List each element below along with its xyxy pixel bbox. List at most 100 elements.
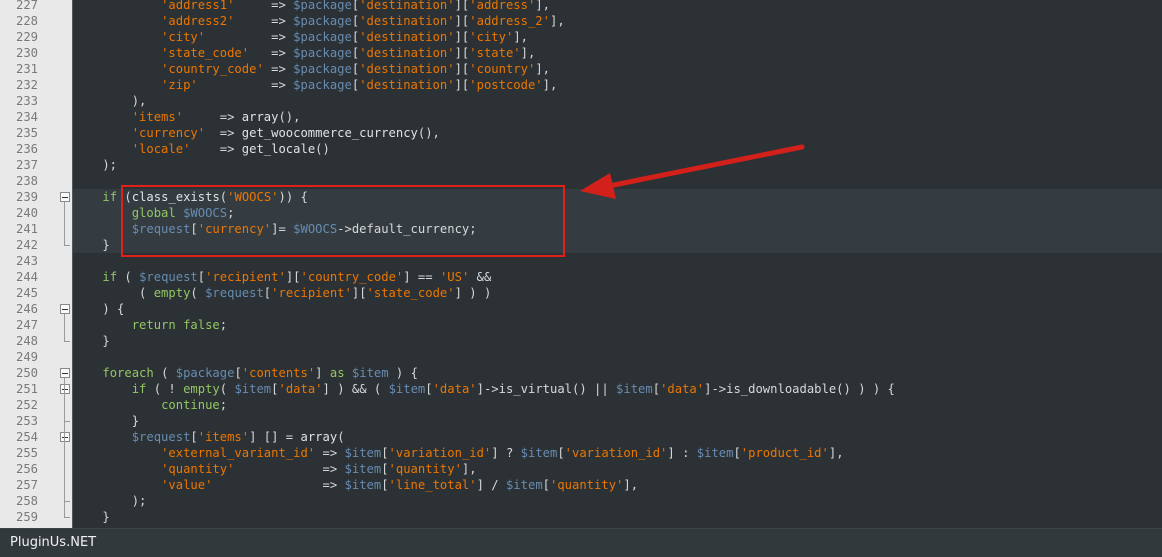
code-token: get_woocommerce_currency bbox=[241, 126, 418, 140]
code-text: 'zip' => $package['destination']['postco… bbox=[73, 77, 557, 93]
code-token: 'variation_id' bbox=[388, 446, 492, 460]
code-text: continue; bbox=[73, 397, 227, 413]
code-line[interactable]: 250 foreach ( $package['contents'] as $i… bbox=[0, 365, 1162, 381]
code-token: ); bbox=[73, 494, 147, 508]
code-token: ] == bbox=[403, 270, 440, 284]
line-number: 236 bbox=[15, 142, 38, 156]
code-token: 'quantity' bbox=[161, 462, 235, 476]
code-text: 'quantity' => $item['quantity'], bbox=[73, 461, 477, 477]
code-token: => bbox=[249, 46, 294, 60]
code-token: => bbox=[263, 62, 294, 76]
code-token: ) { bbox=[73, 302, 125, 316]
code-token: => bbox=[315, 446, 345, 460]
code-text: } bbox=[73, 333, 109, 349]
line-number: 227 bbox=[15, 0, 38, 12]
code-token: false bbox=[183, 318, 220, 332]
fold-toggle-icon[interactable] bbox=[60, 432, 70, 442]
code-token: empty bbox=[153, 286, 191, 300]
code-line[interactable]: 253 } bbox=[0, 394, 1162, 429]
code-token: if bbox=[102, 190, 118, 204]
code-token: $request bbox=[139, 270, 198, 284]
code-token: [ bbox=[425, 382, 433, 396]
code-text: 'value' => $item['line_total'] / $item['… bbox=[73, 477, 638, 493]
code-line[interactable]: 245 ( empty( $request['recipient']['stat… bbox=[0, 285, 1162, 301]
code-line[interactable]: 255 'external_variant_id' => $item['vari… bbox=[0, 445, 1162, 461]
code-line[interactable]: 248 } bbox=[0, 314, 1162, 349]
code-line[interactable]: 227 'address1' => $package['destination'… bbox=[0, 0, 1162, 13]
code-line[interactable]: 231 'country_code' => $package['destinat… bbox=[0, 61, 1162, 77]
code-token: => bbox=[205, 126, 242, 140]
code-text: 'locale' => get_locale() bbox=[73, 141, 330, 157]
code-line[interactable]: 257 'value' => $item['line_total'] / $it… bbox=[0, 477, 1162, 493]
line-number: 258 bbox=[15, 494, 38, 508]
fold-guide-line bbox=[64, 314, 65, 341]
code-token: [ bbox=[542, 478, 550, 492]
code-token: => bbox=[234, 0, 294, 12]
code-text: 'address1' => $package['destination']['a… bbox=[73, 0, 550, 13]
code-token: => bbox=[197, 78, 294, 92]
code-token: ], bbox=[513, 30, 528, 44]
code-text: if ( $request['recipient']['country_code… bbox=[73, 269, 491, 285]
code-token: [ bbox=[234, 366, 242, 380]
code-text: } bbox=[73, 509, 109, 525]
code-token: $package bbox=[293, 78, 352, 92]
code-line[interactable]: 247 return false; bbox=[0, 317, 1162, 333]
code-line[interactable]: 230 'state_code' => $package['destinatio… bbox=[0, 45, 1162, 61]
code-text: 'items' => array(), bbox=[73, 109, 301, 125]
code-token: [ bbox=[190, 430, 198, 444]
code-token: => bbox=[234, 14, 294, 28]
code-editor[interactable]: 227 'address1' => $package['destination'… bbox=[0, 0, 1162, 528]
fold-toggle-icon[interactable] bbox=[60, 368, 70, 378]
code-line[interactable]: 259 } bbox=[0, 378, 1162, 525]
line-number: 255 bbox=[15, 446, 38, 460]
fold-toggle-icon[interactable] bbox=[60, 384, 70, 394]
line-number: 250 bbox=[15, 366, 38, 380]
line-number: 254 bbox=[15, 430, 38, 444]
code-token: ] / bbox=[476, 478, 506, 492]
code-token: continue bbox=[161, 398, 220, 412]
code-line[interactable]: 234 'items' => array(), bbox=[0, 109, 1162, 125]
code-text: 'country_code' => $package['destination'… bbox=[73, 61, 550, 77]
code-token: ]->is_virtual() || bbox=[476, 382, 617, 396]
line-number: 230 bbox=[15, 46, 38, 60]
code-line[interactable]: 228 'address2' => $package['destination'… bbox=[0, 13, 1162, 29]
code-token: ], bbox=[623, 478, 639, 492]
code-token: ][ bbox=[454, 78, 470, 92]
code-line[interactable]: 258 ); bbox=[0, 442, 1162, 509]
code-token: 'city' bbox=[161, 30, 206, 44]
code-line[interactable]: 254 $request['items'] [] = array( bbox=[0, 429, 1162, 445]
fold-guide-line bbox=[64, 378, 65, 517]
line-number: 257 bbox=[15, 478, 38, 492]
line-number: 232 bbox=[15, 78, 38, 92]
code-token: 'zip' bbox=[161, 78, 198, 92]
code-token: 'product_id' bbox=[740, 446, 829, 460]
code-token: if bbox=[131, 382, 147, 396]
code-token: $item bbox=[344, 478, 382, 492]
code-token: 'address2' bbox=[161, 14, 235, 28]
fold-toggle-icon[interactable] bbox=[60, 304, 70, 314]
code-line[interactable]: 252 continue; bbox=[0, 397, 1162, 413]
code-token: ; bbox=[219, 398, 228, 412]
code-line[interactable]: 256 'quantity' => $item['quantity'], bbox=[0, 461, 1162, 477]
fold-toggle-icon[interactable] bbox=[60, 192, 70, 202]
line-number: 228 bbox=[15, 14, 38, 28]
code-text: ); bbox=[73, 493, 147, 509]
code-line[interactable]: 251 if ( ! empty( $item['data'] ) && ( $… bbox=[0, 381, 1162, 397]
code-token: 'quantity' bbox=[388, 462, 462, 476]
code-line[interactable]: 229 'city' => $package['destination']['c… bbox=[0, 29, 1162, 45]
code-line[interactable]: 249 bbox=[0, 349, 1162, 365]
line-number: 245 bbox=[15, 286, 38, 300]
code-line[interactable]: 246 ) { bbox=[0, 301, 1162, 317]
code-token: $item bbox=[351, 366, 389, 380]
status-bar: PluginUs.NET bbox=[0, 528, 1162, 557]
code-token: ], bbox=[535, 0, 550, 12]
code-line[interactable]: 232 'zip' => $package['destination']['po… bbox=[0, 77, 1162, 93]
code-token: 'items' bbox=[131, 110, 184, 124]
highlight-annotation-box bbox=[121, 185, 565, 257]
code-line[interactable]: 244 if ( $request['recipient']['country_… bbox=[0, 269, 1162, 285]
line-number: 240 bbox=[15, 206, 38, 220]
code-line[interactable]: 233 ), bbox=[0, 93, 1162, 109]
